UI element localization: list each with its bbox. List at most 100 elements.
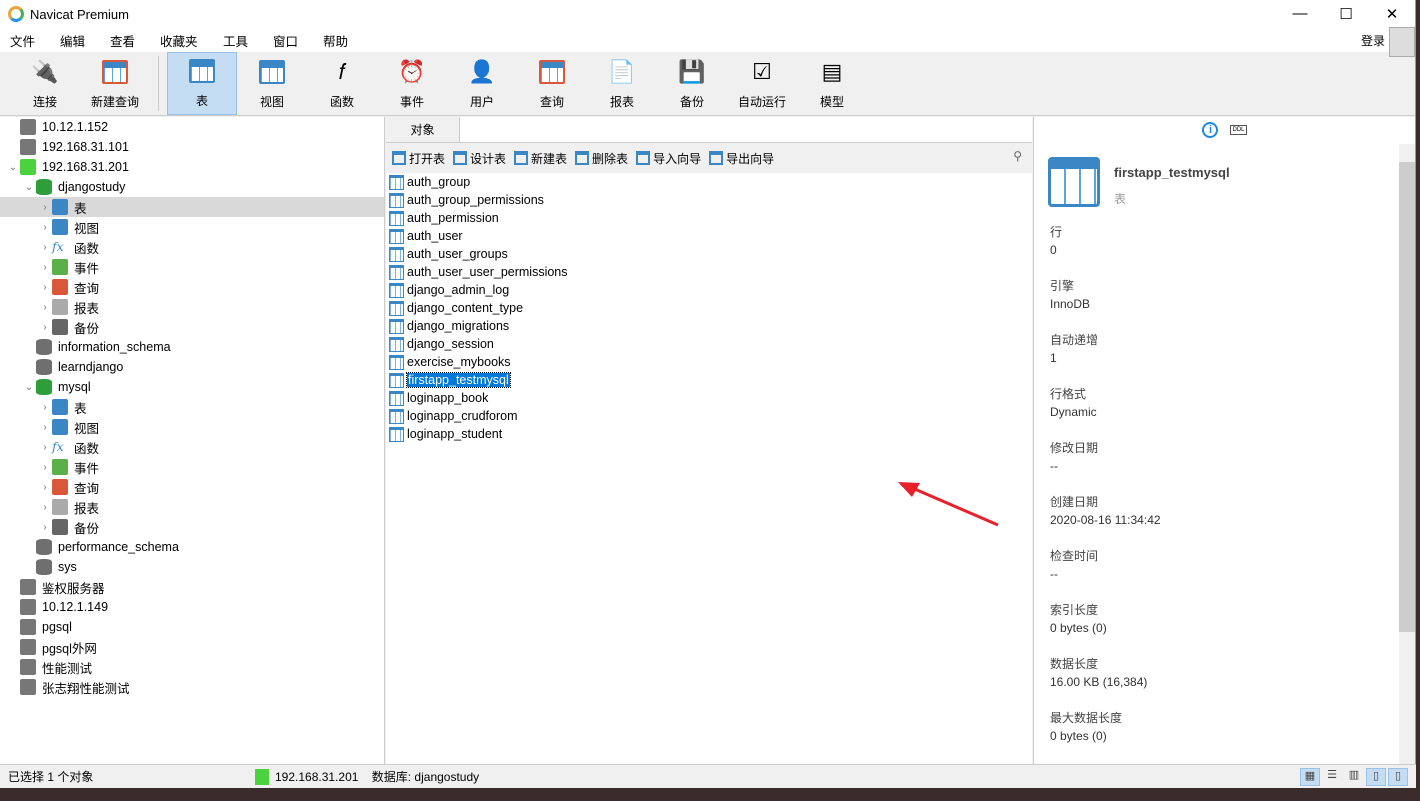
tree-item[interactable]: 张志翔性能测试 [0, 677, 384, 697]
toolbar-clock-button[interactable]: ⏰ 事件 [377, 52, 447, 115]
tree-item[interactable]: › 报表 [0, 497, 384, 517]
toolbar-plug-button[interactable]: 🔌 连接 [10, 52, 80, 115]
object-item[interactable]: auth_user [386, 227, 1032, 245]
chevron-right-icon[interactable]: › [38, 502, 52, 513]
tree-item[interactable]: ⌄ djangostudy [0, 177, 384, 197]
toolbar-user-button[interactable]: 👤 用户 [447, 52, 517, 115]
toolbar-new-query-button[interactable]: 新建查询 [80, 52, 150, 115]
tree-item[interactable]: › 事件 [0, 457, 384, 477]
tree-item[interactable]: 10.12.1.149 [0, 597, 384, 617]
toggle-left-pane-button[interactable]: ▯ [1366, 767, 1386, 786]
toggle-info-pane-button[interactable]: ▯ [1388, 767, 1408, 786]
tree-item[interactable]: ⌄ mysql [0, 377, 384, 397]
menu-4[interactable]: 工具 [213, 31, 263, 50]
tree-item[interactable]: 192.168.31.101 [0, 137, 384, 157]
menu-2[interactable]: 查看 [100, 31, 150, 50]
tree-item[interactable]: › 报表 [0, 297, 384, 317]
object-item[interactable]: firstapp_testmysql [386, 371, 1032, 389]
object-item[interactable]: auth_user_user_permissions [386, 263, 1032, 281]
list-view-button[interactable]: ☰ [1322, 768, 1342, 786]
object-item[interactable]: auth_user_groups [386, 245, 1032, 263]
object-item[interactable]: django_content_type [386, 299, 1032, 317]
tree-item[interactable]: information_schema [0, 337, 384, 357]
object-action-button[interactable]: 导出向导 [709, 150, 774, 167]
tree-item[interactable]: 鉴权服务器 [0, 577, 384, 597]
tab-objects[interactable]: 对象 [386, 117, 460, 142]
chevron-right-icon[interactable]: › [38, 462, 52, 473]
object-item[interactable]: auth_permission [386, 209, 1032, 227]
chevron-right-icon[interactable]: › [38, 242, 52, 253]
toolbar-report-button[interactable]: 📄 报表 [587, 52, 657, 115]
info-icon[interactable]: i [1202, 122, 1219, 138]
object-item[interactable]: django_session [386, 335, 1032, 353]
chevron-right-icon[interactable]: › [38, 522, 52, 533]
tree-item[interactable]: › 查询 [0, 477, 384, 497]
object-item[interactable]: loginapp_book [386, 389, 1032, 407]
chevron-down-icon[interactable]: ⌄ [6, 162, 20, 173]
tree-item[interactable]: › 备份 [0, 317, 384, 337]
avatar[interactable] [1389, 27, 1415, 57]
tree-item[interactable]: performance_schema [0, 537, 384, 557]
tree-item[interactable]: › 表 [0, 197, 384, 217]
tree-item[interactable]: pgsql [0, 617, 384, 637]
chevron-right-icon[interactable]: › [38, 422, 52, 433]
tree-item[interactable]: › 查询 [0, 277, 384, 297]
tree-item[interactable]: ⌄ 192.168.31.201 [0, 157, 384, 177]
chevron-right-icon[interactable]: › [38, 202, 52, 213]
tree-item[interactable]: › 事件 [0, 257, 384, 277]
menu-1[interactable]: 编辑 [50, 31, 100, 50]
tree-item[interactable]: › fx 函数 [0, 237, 384, 257]
menu-3[interactable]: 收藏夹 [150, 31, 213, 50]
chevron-down-icon[interactable]: ⌄ [22, 182, 36, 193]
chevron-right-icon[interactable]: › [38, 482, 52, 493]
object-action-button[interactable]: 新建表 [514, 150, 567, 167]
toolbar-function-button[interactable]: 𝑓 函数 [307, 52, 377, 115]
tree-item[interactable]: › 视图 [0, 417, 384, 437]
chevron-down-icon[interactable]: ⌄ [22, 382, 36, 393]
tree-item[interactable]: › 视图 [0, 217, 384, 237]
menu-5[interactable]: 窗口 [263, 31, 313, 50]
tree-item[interactable]: 性能测试 [0, 657, 384, 677]
minimize-button[interactable]: — [1277, 5, 1323, 23]
object-item[interactable]: exercise_mybooks [386, 353, 1032, 371]
toolbar-model-button[interactable]: ▤ 模型 [797, 52, 867, 115]
close-button[interactable]: ✕ [1369, 5, 1415, 23]
detail-view-button[interactable]: ▥ [1344, 768, 1364, 786]
ddl-icon[interactable]: DDL [1230, 125, 1247, 135]
tree-item[interactable]: pgsql外网 [0, 637, 384, 657]
toolbar-table-button[interactable]: 表 [167, 52, 237, 115]
toolbar-view-button[interactable]: 视图 [237, 52, 307, 115]
tree-item[interactable]: learndjango [0, 357, 384, 377]
tree-item[interactable]: › 备份 [0, 517, 384, 537]
chevron-right-icon[interactable]: › [38, 282, 52, 293]
object-item[interactable]: auth_group [386, 173, 1032, 191]
toolbar-query-button[interactable]: 查询 [517, 52, 587, 115]
tree-item[interactable]: 10.12.1.152 [0, 117, 384, 137]
object-item[interactable]: loginapp_student [386, 425, 1032, 443]
object-action-button[interactable]: 删除表 [575, 150, 628, 167]
object-item[interactable]: django_admin_log [386, 281, 1032, 299]
chevron-right-icon[interactable]: › [38, 322, 52, 333]
object-item[interactable]: auth_group_permissions [386, 191, 1032, 209]
tree-item[interactable]: › 表 [0, 397, 384, 417]
object-action-button[interactable]: 设计表 [453, 150, 506, 167]
login-link[interactable]: 登录 [1361, 32, 1385, 49]
maximize-button[interactable]: ☐ [1323, 5, 1369, 23]
search-icon[interactable]: ⚲ [1013, 149, 1022, 163]
info-scrollbar[interactable] [1399, 144, 1415, 764]
object-item[interactable]: loginapp_crudforom [386, 407, 1032, 425]
chevron-right-icon[interactable]: › [38, 262, 52, 273]
toolbar-schedule-button[interactable]: ☑ 自动运行 [727, 52, 797, 115]
tree-item[interactable]: sys [0, 557, 384, 577]
object-item[interactable]: django_migrations [386, 317, 1032, 335]
chevron-right-icon[interactable]: › [38, 222, 52, 233]
chevron-right-icon[interactable]: › [38, 302, 52, 313]
chevron-right-icon[interactable]: › [38, 442, 52, 453]
menu-0[interactable]: 文件 [0, 31, 50, 50]
chevron-right-icon[interactable]: › [38, 402, 52, 413]
tree-item[interactable]: › fx 函数 [0, 437, 384, 457]
object-action-button[interactable]: 导入向导 [636, 150, 701, 167]
menu-6[interactable]: 帮助 [313, 31, 363, 50]
toolbar-backup-button[interactable]: 💾 备份 [657, 52, 727, 115]
object-action-button[interactable]: 打开表 [392, 150, 445, 167]
